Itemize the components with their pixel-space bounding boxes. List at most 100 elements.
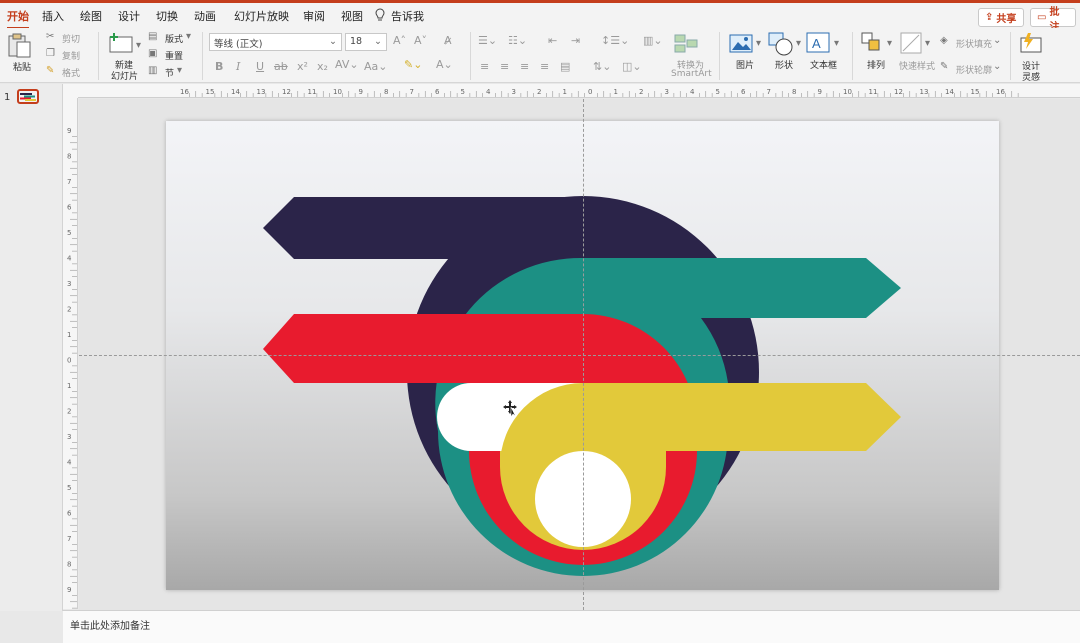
notes-pane[interactable]: 单击此处添加备注	[63, 610, 1080, 643]
ribbon-separator	[719, 32, 720, 80]
tab-review[interactable]: 审阅	[303, 8, 325, 24]
shape-outline-icon[interactable]: ✎	[940, 61, 948, 72]
increase-indent-icon[interactable]: ⇥	[571, 34, 580, 47]
design-ideas-icon[interactable]	[1018, 32, 1044, 56]
ruler-label: 6	[67, 204, 72, 212]
tab-transitions[interactable]: 切换	[156, 8, 178, 24]
italic-icon[interactable]: I	[236, 60, 240, 73]
text-direction-icon[interactable]: ⇅⌄	[593, 60, 611, 73]
shape-outline-label[interactable]: 形状轮廓	[956, 63, 992, 76]
ruler-label: 1	[67, 382, 71, 390]
tab-draw[interactable]: 绘图	[80, 8, 102, 24]
columns-icon[interactable]: ▥⌄	[643, 34, 663, 47]
tab-design[interactable]: 设计	[118, 8, 140, 24]
section-icon[interactable]: ▥	[148, 65, 157, 76]
layout-label[interactable]: 版式	[165, 32, 183, 45]
slide-thumbnail[interactable]	[17, 89, 39, 104]
chevron-down-icon[interactable]: ⌄	[993, 61, 1001, 72]
reset-icon[interactable]: ▣	[148, 48, 157, 59]
change-case-icon[interactable]: Aa⌄	[364, 60, 387, 73]
align-center-icon[interactable]: ≡	[500, 60, 509, 73]
picture-icon[interactable]	[729, 33, 755, 55]
tab-home[interactable]: 开始	[7, 8, 29, 29]
copy-label[interactable]: 复制	[62, 49, 80, 62]
vertical-ruler[interactable]: 9 8 7 6 5 4 3 2 1 0 1 2 3 4 5 6 7 8 9	[63, 98, 78, 609]
align-right-icon[interactable]: ≡	[520, 60, 529, 73]
comment-button[interactable]: ▭ 批注	[1030, 7, 1076, 33]
arrange-label: 排列	[867, 61, 886, 71]
share-button[interactable]: ⇪ 共享	[978, 8, 1024, 27]
reset-label[interactable]: 重置	[165, 49, 183, 62]
format-painter-label[interactable]: 格式	[62, 66, 80, 79]
paste-label: 粘贴	[13, 63, 32, 73]
ruler-label: 11	[869, 88, 878, 96]
cut-label[interactable]: 剪切	[62, 32, 80, 45]
highlight-icon[interactable]: ✎⌄	[404, 58, 422, 71]
tell-me-search[interactable]: 告诉我	[391, 8, 424, 24]
distributed-icon[interactable]: ▤	[560, 60, 570, 73]
ruler-corner	[63, 84, 78, 98]
decrease-indent-icon[interactable]: ⇤	[548, 34, 557, 47]
font-color-icon[interactable]: A⌄	[436, 58, 453, 71]
ruler-label: 8	[792, 88, 796, 96]
chevron-down-icon[interactable]: ▾	[177, 65, 182, 76]
share-label: 共享	[996, 14, 1017, 25]
underline-icon[interactable]: U	[256, 60, 264, 73]
clear-format-icon[interactable]: A̷	[444, 34, 452, 47]
share-icon: ⇪	[985, 12, 994, 23]
smartart-icon[interactable]	[673, 32, 699, 54]
horizontal-guide[interactable]	[79, 355, 1080, 356]
align-text-icon[interactable]: ◫⌄	[622, 60, 642, 73]
shape-icon[interactable]	[767, 31, 795, 57]
arrange-icon[interactable]	[861, 32, 885, 56]
strikethrough-icon[interactable]: ab	[274, 60, 288, 73]
quick-styles-icon[interactable]	[900, 32, 924, 56]
shape-fill-icon[interactable]: ◈	[940, 35, 948, 46]
chevron-down-icon[interactable]: ▾	[796, 38, 801, 49]
chevron-down-icon[interactable]: ▾	[136, 40, 141, 51]
new-slide-icon[interactable]	[107, 31, 135, 55]
slide-thumbnail-pane: 1	[0, 84, 63, 611]
ruler-label: 16	[996, 88, 1005, 96]
chevron-down-icon[interactable]: ▾	[887, 38, 892, 49]
increase-font-icon[interactable]: A˄	[393, 34, 406, 47]
slide-number: 1	[4, 92, 11, 103]
chevron-down-icon[interactable]: ▾	[834, 38, 839, 49]
subscript-icon[interactable]: x₂	[317, 60, 328, 73]
tab-view[interactable]: 视图	[341, 8, 363, 24]
tab-slideshow[interactable]: 幻灯片放映	[234, 8, 289, 24]
cut-icon[interactable]: ✂	[46, 31, 54, 42]
superscript-icon[interactable]: x²	[297, 60, 308, 73]
ruler-label: 5	[716, 88, 720, 96]
character-spacing-icon[interactable]: AV⌄	[335, 58, 359, 71]
chevron-down-icon[interactable]: ▾	[925, 38, 930, 49]
bullets-icon[interactable]: ☰⌄	[478, 34, 497, 47]
layout-icon[interactable]: ▤	[148, 31, 157, 42]
paste-icon[interactable]: ▾	[6, 32, 36, 60]
textbox-icon[interactable]: A	[806, 32, 832, 54]
format-painter-icon[interactable]: ✎	[46, 65, 54, 76]
shape-fill-label[interactable]: 形状填充	[956, 37, 992, 50]
tab-insert[interactable]: 插入	[42, 8, 64, 24]
notes-placeholder[interactable]: 单击此处添加备注	[70, 617, 150, 632]
chevron-down-icon[interactable]: ▾	[756, 38, 761, 49]
ruler-label: 2	[67, 408, 71, 416]
navy-arrow-shape[interactable]	[263, 197, 583, 259]
comment-icon: ▭	[1037, 12, 1047, 23]
copy-icon[interactable]: ❐	[46, 48, 55, 59]
font-name-select[interactable]: 等线 (正文) ⌄	[209, 33, 342, 51]
chevron-down-icon[interactable]: ▾	[186, 31, 191, 42]
section-label[interactable]: 节	[165, 66, 174, 79]
font-size-select[interactable]: 18 ⌄	[345, 33, 387, 51]
decrease-font-icon[interactable]: A˅	[414, 34, 427, 47]
bold-icon[interactable]: B	[215, 60, 223, 73]
align-left-icon[interactable]: ≡	[480, 60, 489, 73]
horizontal-ruler[interactable]: 16 15 14 13 12 11 10 9 8 7 6 5 4 3 2 1 0 1 2 3 4 5 6 7 8 9 10 11 12 1…	[78, 84, 1080, 98]
ruler-label: 5	[67, 229, 71, 237]
line-spacing-icon[interactable]: ↕☰⌄	[601, 34, 629, 47]
justify-icon[interactable]: ≡	[540, 60, 549, 73]
tab-animations[interactable]: 动画	[194, 8, 216, 24]
chevron-down-icon[interactable]: ⌄	[993, 35, 1001, 46]
ruler-label: 4	[486, 88, 491, 96]
numbering-icon[interactable]: ☷⌄	[508, 34, 527, 47]
